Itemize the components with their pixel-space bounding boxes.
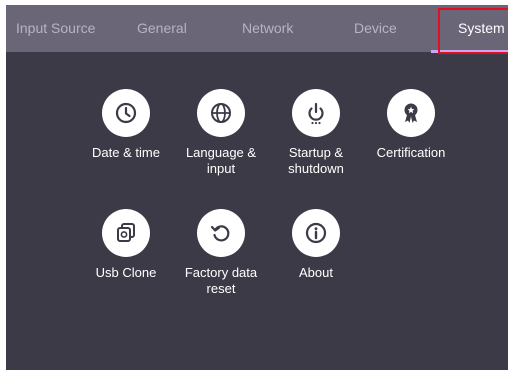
certification-label: Certification xyxy=(376,145,446,160)
tab-network[interactable]: Network xyxy=(242,5,293,52)
factory-reset-icon-button xyxy=(197,209,245,257)
certification-icon-button xyxy=(387,89,435,137)
about-label: About xyxy=(299,265,333,280)
copy-icon xyxy=(117,223,135,242)
factory-reset-label: Factory data reset xyxy=(184,265,258,296)
language-input-label: Language & input xyxy=(185,145,257,176)
about-icon-button xyxy=(292,209,340,257)
about-item[interactable]: About xyxy=(271,209,361,281)
date-time-label: Date & time xyxy=(92,145,160,160)
startup-shutdown-label: Startup & shutdown xyxy=(288,145,344,176)
tab-general[interactable]: General xyxy=(137,5,187,52)
date-time-icon-button xyxy=(102,89,150,137)
award-ribbon-icon xyxy=(404,103,418,123)
tab-system[interactable]: System xyxy=(458,5,505,52)
tab-input-source[interactable]: Input Source xyxy=(16,5,95,52)
power-icon xyxy=(308,102,324,125)
date-time-item[interactable]: Date & time xyxy=(81,89,171,161)
tab-bar: Input Source General Network Device Syst… xyxy=(6,5,508,53)
usb-clone-icon-button xyxy=(102,209,150,257)
system-settings-screen: Input Source General Network Device Syst… xyxy=(6,5,508,370)
tab-device[interactable]: Device xyxy=(354,5,397,52)
startup-shutdown-item[interactable]: Startup & shutdown xyxy=(271,89,361,177)
globe-icon xyxy=(211,103,231,123)
clock-icon xyxy=(115,102,137,124)
usb-clone-item[interactable]: Usb Clone xyxy=(81,209,171,281)
certification-item[interactable]: Certification xyxy=(366,89,456,161)
info-icon xyxy=(305,222,327,244)
reset-icon xyxy=(210,225,230,242)
language-input-icon-button xyxy=(197,89,245,137)
factory-reset-item[interactable]: Factory data reset xyxy=(176,209,266,297)
startup-shutdown-icon-button xyxy=(292,89,340,137)
active-tab-indicator xyxy=(431,50,508,53)
usb-clone-label: Usb Clone xyxy=(95,265,157,280)
language-input-item[interactable]: Language & input xyxy=(176,89,266,177)
